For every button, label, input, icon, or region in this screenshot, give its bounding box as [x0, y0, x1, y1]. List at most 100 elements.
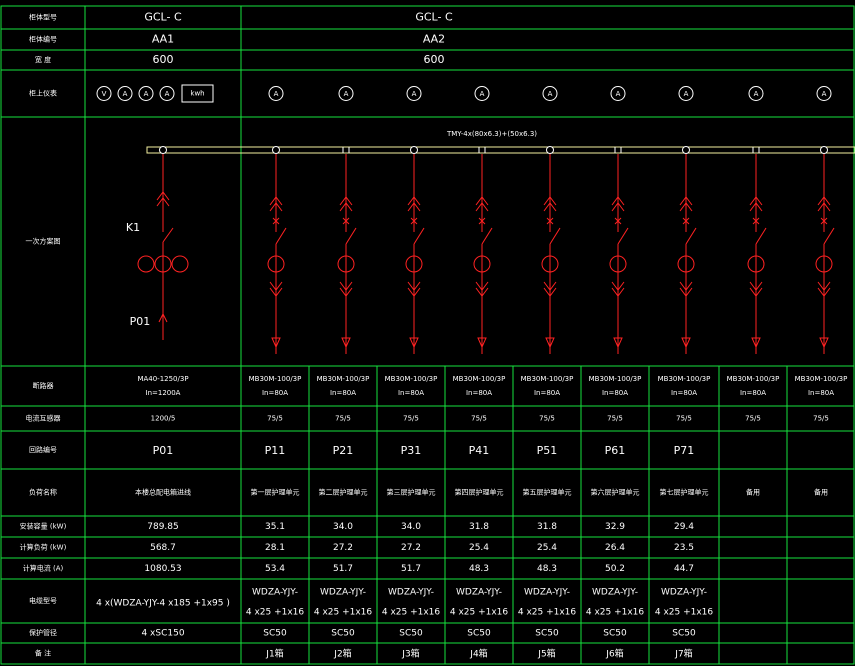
feeder-circuit-number: P41: [469, 444, 490, 457]
feeder-ct-ratio: 75/5: [676, 415, 692, 423]
feeder-remark: J3箱: [401, 648, 419, 660]
busbar-label: TMY-4x(80x6.3)+(50x6.3): [446, 130, 537, 138]
aa1-width: 600: [153, 53, 174, 66]
feeder-ct-ratio: 75/5: [813, 415, 829, 423]
feeder-installed-load: 34.0: [333, 522, 353, 532]
row-label-cable-model: 电缆型号: [29, 596, 57, 605]
row-label-circuit-number: 回路编号: [29, 445, 57, 454]
feeder-installed-load: 34.0: [401, 522, 421, 532]
feeder-breaker: MB30M-100/3P: [727, 375, 780, 383]
feeder-circuit-number: P31: [401, 444, 422, 457]
feeder-conduit: SC50: [467, 629, 491, 639]
feeder-cable-size: 4 x25 +1x16: [586, 608, 645, 618]
feeder-cable-model: WDZA-YJY-: [456, 588, 502, 598]
aa1-cabinet-number: AA1: [152, 33, 174, 46]
meter-symbol: A: [165, 90, 170, 98]
row-label-installed-load: 安装容量 (kW): [20, 522, 67, 531]
feeder-breaker: MB30M-100/3P: [658, 375, 711, 383]
feeder-conduit: SC50: [535, 629, 559, 639]
feeder-breaker-rating: In=80A: [808, 389, 834, 397]
row-label-current-transformer: 电流互感器: [26, 414, 61, 423]
feeder-load-name: 第二层护理单元: [319, 488, 368, 497]
row-label-calculated-load: 计算负荷 (kW): [20, 543, 67, 552]
feeder-circuit-number: P21: [333, 444, 354, 457]
feeder-remark: J4箱: [469, 648, 487, 660]
feeder-cable-model: WDZA-YJY-: [388, 588, 434, 598]
feeder-meter-symbol: A: [548, 90, 553, 98]
bus-connection-node: [272, 146, 280, 154]
feeder-remark: J2箱: [333, 648, 351, 660]
incoming-conduit: 4 xSC150: [141, 629, 184, 639]
feeder-cable-size: 4 x25 +1x16: [246, 608, 305, 618]
feeder-cable-model: WDZA-YJY-: [252, 588, 298, 598]
feeder-breaker-rating: In=80A: [534, 389, 560, 397]
feeder-calculated-load: 27.2: [333, 543, 353, 553]
row-label-one-line-diagram: 一次方案图: [26, 237, 61, 246]
feeder-calculated-current: 53.4: [265, 564, 285, 574]
incoming-calculated-current: 1080.53: [144, 564, 181, 574]
feeder-cable-size: 4 x25 +1x16: [518, 608, 577, 618]
feeder-calculated-current: 50.2: [605, 564, 625, 574]
feeder-conduit: SC50: [672, 629, 696, 639]
feeder-meter-symbol: A: [274, 90, 279, 98]
feeder-calculated-current: 51.7: [333, 564, 353, 574]
feeder-cable-model: WDZA-YJY-: [661, 588, 707, 598]
incoming-circuit-label: P01: [130, 315, 151, 328]
feeder-cable-size: 4 x25 +1x16: [450, 608, 509, 618]
feeder-ct-ratio: 75/5: [539, 415, 555, 423]
row-label-cabinet-number: 柜体编号: [29, 35, 57, 44]
feeder-installed-load: 29.4: [674, 522, 694, 532]
bus-connection-node: [410, 146, 418, 154]
aa1-cabinet-model: GCL- C: [144, 11, 182, 24]
feeder-load-name: 第三层护理单元: [387, 488, 436, 497]
feeder-meter-symbol: A: [480, 90, 485, 98]
meter-symbol: V: [102, 90, 107, 98]
feeder-remark: J7箱: [674, 648, 692, 660]
feeder-calculated-load: 26.4: [605, 543, 625, 553]
row-label-calculated-current: 计算电流 (A): [23, 564, 64, 573]
bus-connection-node: [546, 146, 554, 154]
incoming-breaker-rating: In=1200A: [146, 389, 181, 397]
feeder-installed-load: 35.1: [265, 522, 285, 532]
row-label-remark: 备 注: [35, 649, 51, 658]
feeder-breaker: MB30M-100/3P: [317, 375, 370, 383]
row-label-cabinet-model: 柜体型号: [29, 13, 57, 22]
incoming-cable-model: 4 x(WDZA-YJY-4 x185 +1x95 ): [96, 599, 230, 609]
feeder-breaker-rating: In=80A: [466, 389, 492, 397]
feeder-load-name: 第六层护理单元: [591, 488, 640, 497]
feeder-calculated-current: 48.3: [537, 564, 557, 574]
feeder-remark: J6箱: [605, 648, 623, 660]
feeder-load-name: 第四层护理单元: [455, 488, 504, 497]
row-label-conduit: 保护管径: [29, 628, 57, 637]
feeder-remark: J5箱: [537, 648, 555, 660]
feeder-ct-ratio: 75/5: [403, 415, 419, 423]
feeder-ct-ratio: 75/5: [335, 415, 351, 423]
feeder-cable-model: WDZA-YJY-: [524, 588, 570, 598]
feeder-calculated-load: 23.5: [674, 543, 694, 553]
feeder-calculated-current: 48.3: [469, 564, 489, 574]
feeder-meter-symbol: A: [412, 90, 417, 98]
bus-connection-node: [820, 146, 828, 154]
feeder-breaker-rating: In=80A: [602, 389, 628, 397]
aa2-width: 600: [424, 53, 445, 66]
feeder-calculated-load: 27.2: [401, 543, 421, 553]
row-label-width: 宽 度: [35, 55, 51, 64]
feeder-circuit-number: P61: [605, 444, 626, 457]
feeder-calculated-current: 44.7: [674, 564, 694, 574]
incoming-calculated-load: 568.7: [150, 543, 176, 553]
feeder-breaker: MB30M-100/3P: [249, 375, 302, 383]
meter-symbol: A: [144, 90, 149, 98]
row-label-meters: 柜上仪表: [29, 89, 57, 98]
feeder-meter-symbol: A: [684, 90, 689, 98]
feeder-cable-size: 4 x25 +1x16: [655, 608, 714, 618]
feeder-breaker-rating: In=80A: [740, 389, 766, 397]
feeder-meter-symbol: A: [754, 90, 759, 98]
incoming-ct-ratio: 1200/5: [151, 415, 176, 423]
incoming-switch-label: K1: [126, 221, 140, 234]
feeder-cable-size: 4 x25 +1x16: [382, 608, 441, 618]
incoming-load-name: 本楼总配电箱进线: [135, 488, 191, 497]
feeder-breaker: MB30M-100/3P: [521, 375, 574, 383]
feeder-load-name: 备用: [746, 488, 760, 497]
bus-connection-node: [159, 146, 167, 154]
feeder-breaker-rating: In=80A: [330, 389, 356, 397]
